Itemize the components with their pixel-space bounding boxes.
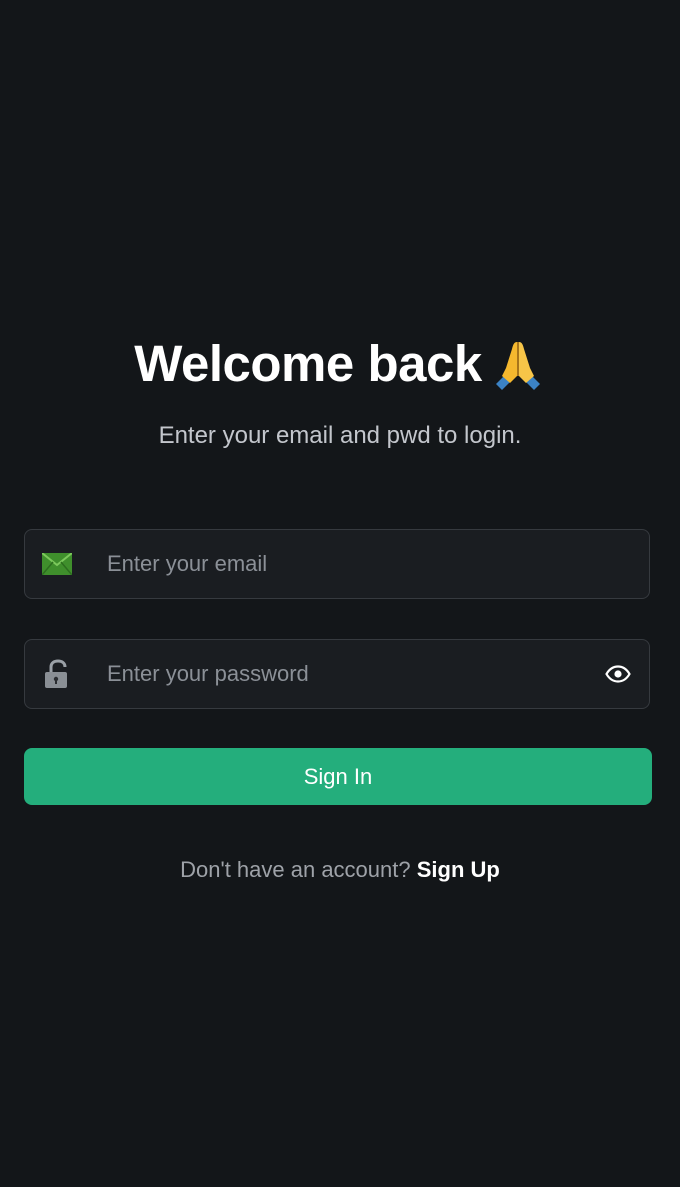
heading: Welcome back bbox=[0, 334, 680, 394]
password-input[interactable] bbox=[107, 640, 587, 707]
page-title: Welcome back bbox=[134, 335, 482, 392]
email-input[interactable] bbox=[107, 530, 587, 597]
signup-prompt: Don't have an account? Sign Up bbox=[0, 855, 680, 885]
email-field-container[interactable] bbox=[24, 529, 650, 599]
password-field-container[interactable] bbox=[24, 639, 650, 709]
praying-hands-icon bbox=[490, 336, 546, 392]
sign-up-link[interactable]: Sign Up bbox=[417, 857, 500, 882]
login-screen: Welcome back Enter your email and pwd to… bbox=[0, 0, 680, 1187]
envelope-icon bbox=[42, 549, 72, 579]
eye-icon[interactable] bbox=[605, 662, 631, 686]
unlocked-padlock-icon bbox=[42, 659, 72, 689]
subtitle: Enter your email and pwd to login. bbox=[158, 422, 522, 449]
signup-prompt-text: Don't have an account? bbox=[180, 857, 417, 882]
sign-in-button[interactable]: Sign In bbox=[24, 748, 652, 805]
